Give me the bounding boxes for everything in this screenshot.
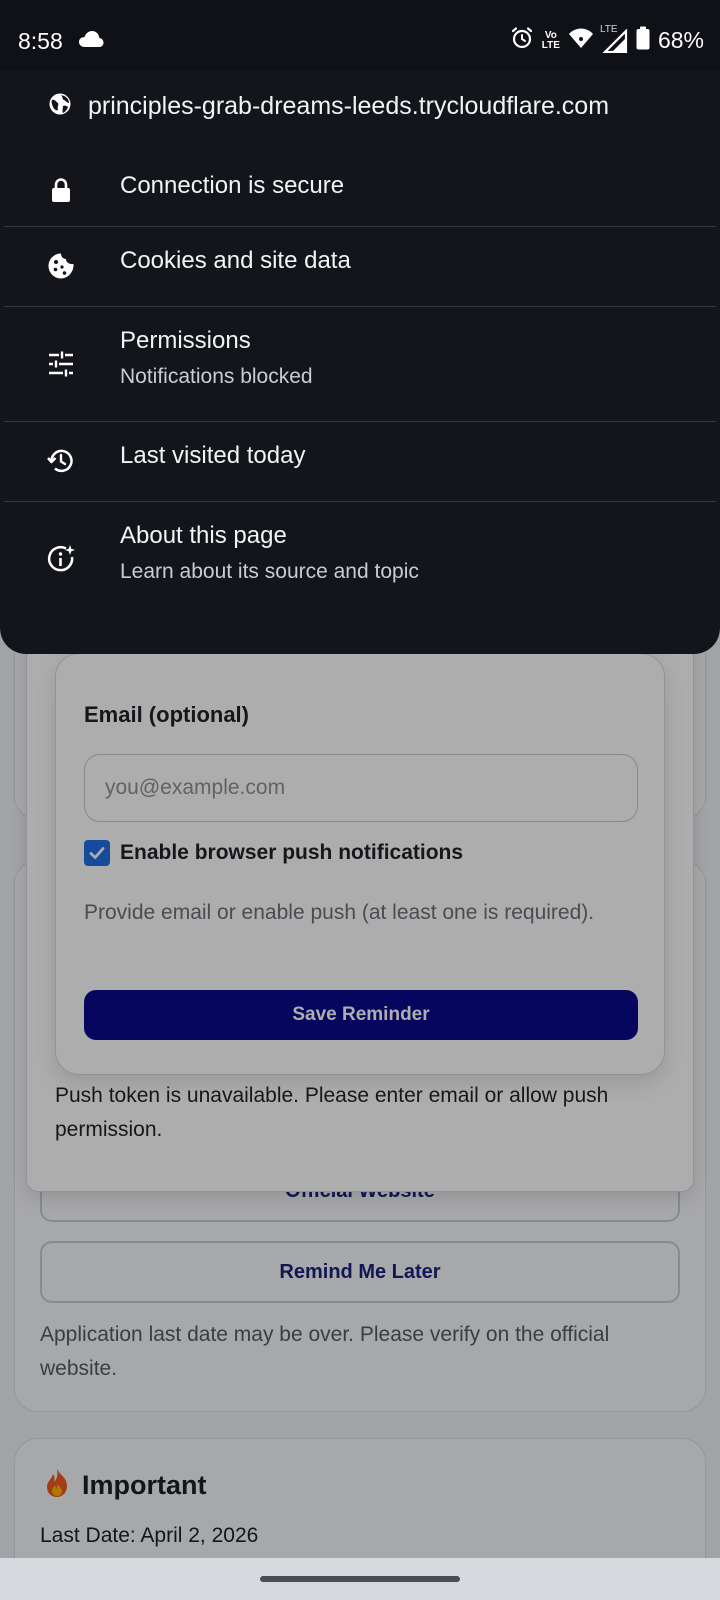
status-time: 8:58	[18, 28, 63, 54]
cookie-icon	[46, 251, 76, 281]
status-bar: 8:58 Vo LTE LTE 68%	[0, 0, 720, 80]
permissions-subtitle: Notifications blocked	[120, 365, 313, 388]
gesture-handle[interactable]	[260, 1576, 460, 1582]
battery-icon	[636, 26, 650, 55]
status-icons: Vo LTE LTE 68%	[510, 24, 704, 55]
cookies-title: Cookies and site data	[120, 247, 351, 274]
signal-icon: LTE	[600, 24, 628, 53]
history-row[interactable]: Last visited today	[4, 422, 716, 502]
history-title: Last visited today	[120, 442, 306, 469]
alarm-icon	[510, 26, 534, 55]
about-subtitle: Learn about its source and topic	[120, 560, 419, 583]
site-url-row: principles-grab-dreams-leeds.trycloudfla…	[48, 92, 609, 121]
permissions-title: Permissions	[120, 327, 251, 354]
history-icon	[46, 446, 76, 476]
globe-icon	[48, 92, 72, 121]
connection-title: Connection is secure	[120, 172, 345, 199]
battery-percent: 68%	[657, 27, 704, 53]
site-url: principles-grab-dreams-leeds.trycloudfla…	[88, 92, 610, 120]
cloud-icon	[78, 30, 104, 53]
permissions-row[interactable]: Permissions Notifications blocked	[4, 307, 716, 421]
wifi-icon	[568, 27, 594, 54]
info-sparkle-icon	[46, 544, 76, 574]
tune-icon	[46, 349, 76, 379]
lock-icon	[46, 176, 76, 206]
about-title: About this page	[120, 522, 287, 549]
cookies-row[interactable]: Cookies and site data	[4, 227, 716, 307]
volte-icon: Vo LTE	[541, 29, 560, 51]
about-page-row[interactable]: About this page Learn about its source a…	[4, 502, 716, 622]
connection-row[interactable]: Connection is secure	[4, 156, 716, 226]
site-info-sheet: principles-grab-dreams-leeds.trycloudfla…	[0, 70, 720, 654]
